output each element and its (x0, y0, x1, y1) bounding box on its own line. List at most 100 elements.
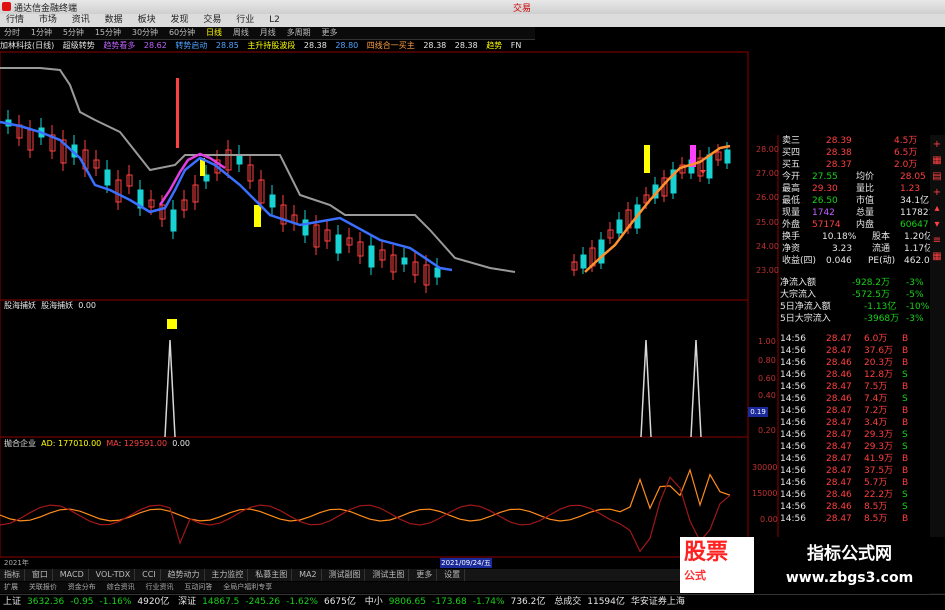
flow-row[interactable]: 5日大宗流入 -3968万 -3% (780, 313, 930, 325)
indicator-tab[interactable]: 测试副图 (324, 569, 366, 581)
candle-body (335, 234, 342, 254)
index-pct: -1.74% (472, 597, 505, 607)
candle-body (401, 257, 408, 265)
indicator-tab[interactable]: MA2 (295, 569, 322, 581)
tick-price: 28.46 (826, 394, 852, 404)
index-label[interactable]: 深证 (175, 595, 199, 610)
sub1-tick: 0.60 (758, 374, 776, 383)
quote-row: 买五 28.37 2.0万 (782, 159, 945, 171)
flow-value: -3968万 (864, 314, 900, 324)
grid-icon[interactable]: ▦ (932, 155, 942, 167)
quote-value: 1742 (812, 208, 835, 218)
indicator-tab[interactable]: VOL-TDX (92, 569, 136, 581)
tick-side: S (902, 430, 908, 440)
indicator-tab[interactable]: MACD (56, 569, 89, 581)
plus-icon[interactable]: + (932, 187, 942, 199)
tick-price: 28.47 (826, 406, 852, 416)
flow-row[interactable]: 5日净流入额 -1.13亿 -10% (780, 301, 930, 313)
tick-row: 14:56 28.47 7.2万 B (780, 405, 930, 417)
tick-row: 14:56 28.46 20.3万 B (780, 357, 930, 369)
list-icon[interactable]: ≡ (932, 235, 942, 247)
quote-label2: 均价 (856, 172, 875, 182)
watermark: 股票 公式 指标公式网 www.zbgs3.com (680, 537, 945, 593)
tick-row: 14:56 28.47 29.3万 S (780, 429, 930, 441)
ma-label: MA (106, 439, 119, 448)
price-tick: 27.00 (756, 169, 779, 178)
sub1-tick: 0.40 (758, 391, 776, 400)
up-icon[interactable]: ▴ (932, 203, 942, 215)
quote-label: 收益(四) (782, 256, 817, 266)
indicator-tab[interactable]: CCI (138, 569, 161, 581)
extension-tab[interactable]: 扩展 (0, 582, 22, 593)
indicator-tab[interactable]: 更多 (412, 569, 438, 581)
extension-tab[interactable]: 资金分布 (64, 582, 100, 593)
candle-body (616, 219, 623, 234)
indicator-tab[interactable]: 测试主图 (368, 569, 410, 581)
tick-price: 28.46 (826, 490, 852, 500)
tick-price: 28.47 (826, 430, 852, 440)
flow-pct: -10% (906, 302, 930, 312)
indicator-tab[interactable]: 主力监控 (207, 569, 249, 581)
year-label: 2021年 (4, 559, 29, 567)
plus-icon[interactable]: + (932, 139, 942, 151)
flow-row[interactable]: 大宗流入 -572.5万 -5% (780, 289, 930, 301)
tick-price: 28.47 (826, 478, 852, 488)
quote-value2: 1.23 (900, 184, 921, 194)
tick-row: 14:56 28.47 37.6万 B (780, 345, 930, 357)
index-label[interactable]: 中小 (362, 595, 386, 610)
tick-time: 14:56 (780, 514, 806, 524)
quote-volume: 4.5万 (894, 136, 918, 146)
indicator-tab[interactable]: 趋势动力 (164, 569, 205, 581)
tick-row: 14:56 28.47 37.5万 B (780, 465, 930, 477)
extension-tab[interactable]: 综合资讯 (103, 582, 139, 593)
tick-time: 14:56 (780, 406, 806, 416)
extension-tab[interactable]: 行业资讯 (142, 582, 178, 593)
candle-body (236, 154, 243, 165)
sub1-name[interactable]: 股海捕妖 (4, 301, 36, 310)
extension-tab[interactable]: 全局户福利专享 (219, 582, 276, 593)
sub1-title: 股海捕妖 股海捕妖 0.00 (4, 301, 96, 311)
quote-label: 买四 (782, 148, 801, 158)
tick-volume: 41.9万 (864, 454, 894, 464)
extension-tab[interactable]: 互动问答 (180, 582, 216, 593)
index-amount: 736.2亿 (510, 597, 546, 607)
sub1-tick: 0.20 (758, 426, 776, 435)
flow-row[interactable]: 净流入额 -928.2万 -3% (780, 277, 930, 289)
tick-row: 14:56 28.47 8.5万 B (780, 513, 930, 525)
sub2-name[interactable]: 抛合企业 (4, 439, 36, 448)
tick-price: 28.47 (826, 514, 852, 524)
tick-side: S (902, 370, 908, 380)
price-tick: 24.00 (756, 242, 779, 251)
quote-value2: 1.20亿 (904, 232, 934, 242)
grid-icon[interactable]: ▦ (932, 251, 942, 263)
indicator-tab[interactable]: 私募主图 (251, 569, 293, 581)
settings-tab[interactable]: 设置 (440, 569, 466, 581)
tick-time: 14:56 (780, 370, 806, 380)
quote-row: 现量 1742 总量 117821 (782, 207, 945, 219)
tick-row: 14:56 28.47 7.5万 B (780, 381, 930, 393)
quote-label: 今开 (782, 172, 801, 182)
ad-value: 177010.00 (57, 439, 102, 448)
indicator-tab[interactable]: 窗口 (28, 569, 53, 581)
quote-label2: 内盘 (856, 220, 875, 230)
candle-body (104, 169, 111, 186)
extension-tab[interactable]: 关联报价 (25, 582, 61, 593)
indicator-tab[interactable]: 指标 (0, 569, 25, 581)
candle-body (724, 149, 731, 164)
spike-mark (690, 339, 702, 438)
flow-label: 大宗流入 (780, 290, 817, 300)
quote-label: 最高 (782, 184, 801, 194)
tick-list[interactable]: 14:56 28.47 6.0万 B 14:56 28.47 37.6万 B 14:56 28… (780, 333, 930, 525)
quote-value: 0.046 (826, 256, 852, 266)
tick-volume: 7.2万 (864, 406, 888, 416)
quote-value: 28.39 (826, 136, 852, 146)
ad-line (0, 468, 731, 522)
quote-value: 28.37 (826, 160, 852, 170)
tick-side: B (902, 382, 909, 392)
index-label[interactable]: 上证 (0, 595, 24, 610)
marker-icon (167, 319, 177, 329)
sub2-title: 抛合企业 AD: 177010.00 MA: 129591.00 0.00 (4, 439, 190, 448)
tick-price: 28.47 (826, 418, 852, 428)
chart-icon[interactable]: ▤ (932, 171, 942, 183)
down-icon[interactable]: ▾ (932, 219, 942, 231)
